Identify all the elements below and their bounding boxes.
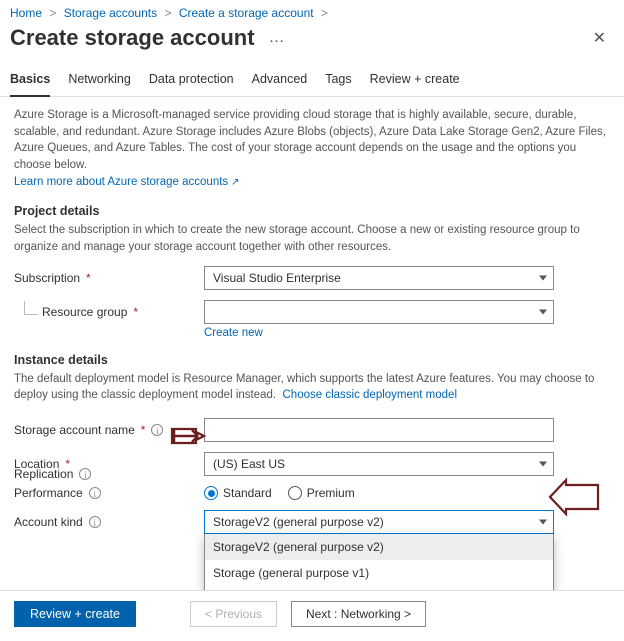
breadcrumb-home[interactable]: Home: [10, 6, 42, 20]
resource-group-select[interactable]: [204, 300, 554, 324]
performance-premium-radio[interactable]: Premium: [288, 486, 355, 500]
resource-group-label: Resource group*: [14, 305, 204, 319]
chevron-down-icon: [539, 275, 547, 280]
subscription-label: Subscription*: [14, 271, 204, 285]
close-icon[interactable]: ✕: [585, 24, 614, 52]
subscription-select[interactable]: Visual Studio Enterprise: [204, 266, 554, 290]
info-icon[interactable]: i: [79, 468, 91, 480]
tab-review-create[interactable]: Review + create: [370, 64, 460, 96]
breadcrumb-create[interactable]: Create a storage account: [179, 6, 314, 20]
more-icon[interactable]: …: [263, 29, 293, 47]
tab-data-protection[interactable]: Data protection: [149, 64, 234, 96]
page-title: Create storage account: [10, 25, 255, 51]
performance-standard-radio[interactable]: Standard: [204, 486, 272, 500]
chevron-down-icon: [539, 309, 547, 314]
chevron-down-icon: [539, 462, 547, 467]
instance-details-heading: Instance details: [14, 353, 610, 367]
tab-basics[interactable]: Basics: [10, 64, 50, 96]
tab-networking[interactable]: Networking: [68, 64, 131, 96]
instance-details-desc: The default deployment model is Resource…: [14, 371, 610, 404]
account-kind-select[interactable]: StorageV2 (general purpose v2): [204, 510, 554, 534]
performance-label: Performance i: [14, 486, 204, 500]
previous-button[interactable]: < Previous: [190, 601, 277, 627]
location-select[interactable]: (US) East US: [204, 452, 554, 476]
storage-name-input[interactable]: [204, 418, 554, 442]
create-new-link[interactable]: Create new: [204, 327, 610, 339]
wizard-footer: Review + create < Previous Next : Networ…: [0, 590, 624, 641]
learn-more-link[interactable]: Learn more about Azure storage accounts: [14, 176, 228, 188]
project-details-desc: Select the subscription in which to crea…: [14, 222, 610, 255]
classic-deploy-link[interactable]: Choose classic deployment model: [283, 389, 458, 401]
tab-advanced[interactable]: Advanced: [252, 64, 308, 96]
storage-name-label: Storage account name* i: [14, 423, 204, 437]
external-link-icon: ↗: [231, 176, 239, 191]
radio-checked-icon: [204, 486, 218, 500]
intro-text: Azure Storage is a Microsoft-managed ser…: [14, 107, 610, 190]
breadcrumb-storage-accounts[interactable]: Storage accounts: [64, 6, 157, 20]
tab-bar: Basics Networking Data protection Advanc…: [0, 64, 624, 97]
info-icon[interactable]: i: [151, 424, 163, 436]
project-details-heading: Project details: [14, 204, 610, 218]
radio-unchecked-icon: [288, 486, 302, 500]
account-kind-label: Account kind i: [14, 515, 204, 529]
replication-label: Replication i: [14, 467, 204, 481]
chevron-down-icon: [539, 520, 547, 525]
info-icon[interactable]: i: [89, 487, 101, 499]
account-kind-option[interactable]: Storage (general purpose v1): [205, 560, 553, 586]
next-button[interactable]: Next : Networking >: [291, 601, 426, 627]
review-create-button[interactable]: Review + create: [14, 601, 136, 627]
tab-tags[interactable]: Tags: [325, 64, 351, 96]
account-kind-option[interactable]: StorageV2 (general purpose v2): [205, 534, 553, 560]
info-icon[interactable]: i: [89, 516, 101, 528]
breadcrumb: Home > Storage accounts > Create a stora…: [0, 0, 624, 22]
